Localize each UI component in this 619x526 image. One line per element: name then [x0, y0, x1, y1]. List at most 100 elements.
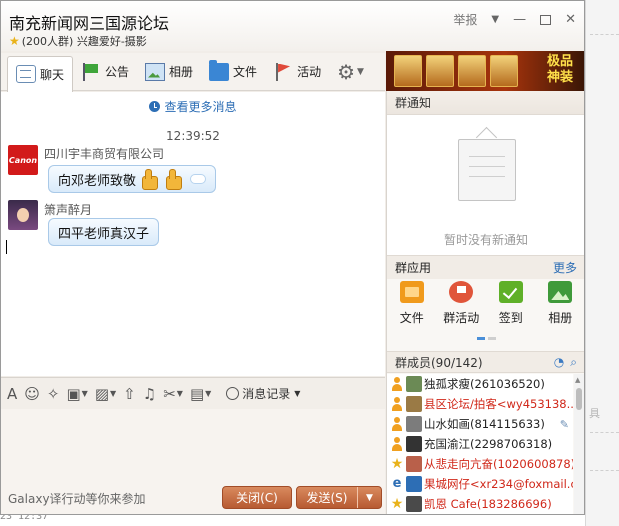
star-icon: ★ [390, 456, 404, 472]
font-icon[interactable]: A [7, 385, 17, 403]
app-group-activity[interactable]: 群活动 [439, 281, 484, 333]
list-item[interactable]: ★ 从悲走向亢奋(1020600878) [387, 454, 573, 474]
member-name: 县区论坛/拍客<wy453138... [424, 397, 573, 411]
screenshot-icon[interactable]: ▣ ▼ [66, 385, 87, 403]
send-button-label: 发送(S) [306, 491, 348, 505]
list-item[interactable]: 山水如画(814115633) ✎ [387, 414, 573, 434]
avatar [406, 396, 422, 412]
notice-empty-text: 暂时没有新通知 [443, 233, 528, 247]
image-icon[interactable]: ▨ ▼ [95, 385, 116, 403]
settings-dropdown-icon[interactable]: ▼ [357, 67, 364, 77]
app-label: 群活动 [443, 311, 480, 325]
tab-activity[interactable]: 活动 [265, 56, 329, 88]
edit-icon[interactable]: ✎ [560, 418, 569, 431]
apps-more-link[interactable]: 更多 [553, 259, 577, 276]
history-dropdown-icon[interactable]: ▼ [294, 389, 300, 398]
tab-files[interactable]: 文件 [201, 56, 265, 88]
chat-icon [16, 65, 36, 83]
scroll-up-icon[interactable]: ▲ [575, 376, 580, 384]
gear-icon[interactable]: ⚙ [337, 60, 355, 84]
more-tools-icon[interactable]: ▤ ▼ [190, 385, 211, 403]
banner-item-image [490, 55, 518, 87]
file-icon [399, 281, 424, 303]
search-icon[interactable]: ⌕ [570, 355, 577, 370]
chat-message-area[interactable]: 查看更多消息 12:39:52 Canon 四川宇丰商贸有限公司 向邓老师致敬 … [1, 92, 385, 376]
avatar [406, 456, 422, 472]
list-item[interactable]: e 果城网仔<xr234@foxmail.c... [387, 474, 573, 494]
message-sender[interactable]: 四川宇丰商贸有限公司 [44, 145, 164, 162]
member-name: 凯恩 Cafe(183286696) [424, 497, 552, 511]
banner-item-image [458, 55, 486, 87]
tab-notice-label: 公告 [105, 65, 130, 79]
dropdown-triangle-icon[interactable]: ▼ [491, 14, 499, 25]
member-list-scrollbar[interactable]: ▲ [574, 374, 584, 514]
scissors-icon[interactable]: ✂ ▼ [163, 385, 183, 403]
avatar [406, 496, 422, 512]
group-members-title: 群成员(90/142) [395, 355, 483, 370]
right-panel: 群通知 暂时没有新通知 群应用 更多 文件 群活动 签到 相册 群成员(90/1… [386, 91, 584, 514]
message-sender[interactable]: 箫声醉月 [44, 201, 92, 218]
upload-icon[interactable]: ⇧ [123, 385, 136, 403]
ad-banner[interactable]: 极品神装 [386, 51, 584, 91]
report-button[interactable]: 举报 [453, 11, 477, 28]
send-options-dropdown-icon[interactable]: ▼ [357, 487, 381, 508]
close-button[interactable]: 关闭(C) [222, 486, 292, 509]
send-button[interactable]: 发送(S) ▼ [296, 486, 382, 509]
promo-link[interactable]: Galaxy译行动等你来参加 [8, 490, 146, 507]
group-subtitle: ★ (200人群) 兴趣爱好-摄影 [9, 33, 147, 49]
member-name: 充国渝江(2298706318) [424, 437, 553, 451]
member-role-icon [389, 416, 405, 432]
magic-wand-icon[interactable]: ✧ [47, 385, 60, 403]
group-title: 南充新闻网三国源论坛 [9, 14, 170, 33]
avatar [406, 376, 422, 392]
banner-item-image [426, 55, 454, 87]
close-icon[interactable]: ✕ [565, 13, 576, 26]
tab-chat[interactable]: 聊天 [7, 55, 74, 92]
list-item[interactable]: 县区论坛/拍客<wy453138... [387, 394, 573, 414]
avatar[interactable] [8, 200, 38, 230]
tab-album[interactable]: 相册 [137, 56, 201, 88]
flag-icon [81, 62, 101, 81]
group-notice-body: 暂时没有新通知 [387, 115, 584, 255]
members-chat-icon[interactable]: ◔ [554, 355, 564, 370]
message-history-label: 消息记录 [242, 387, 291, 401]
minimize-icon[interactable]: — [513, 13, 526, 26]
app-label: 文件 [399, 311, 424, 325]
list-item[interactable]: 独孤求瘦(261036520) [387, 374, 573, 394]
emoji-icon[interactable]: ☺ [24, 385, 40, 403]
group-subtitle-text: (200人群) 兴趣爱好-摄影 [21, 35, 147, 48]
member-name: 山水如画(814115633) [424, 417, 545, 431]
title-bar: 南充新闻网三国源论坛 ★ (200人群) 兴趣爱好-摄影 举报 ▼ — ✕ [1, 1, 584, 51]
list-item[interactable]: ★ 凯恩 Cafe(183286696) [387, 494, 573, 514]
message-input[interactable]: Galaxy译行动等你来参加 关闭(C) 发送(S) ▼ [1, 409, 385, 514]
music-icon[interactable]: ♫ [143, 385, 156, 403]
banner-item-image [394, 55, 422, 87]
background-ghost-text: 具 [589, 407, 600, 420]
group-apps-title: 群应用 [395, 261, 432, 275]
app-album[interactable]: 相册 [538, 281, 583, 333]
avatar[interactable]: Canon [8, 145, 38, 175]
app-check-in[interactable]: 签到 [488, 281, 533, 333]
album-icon [548, 281, 573, 303]
tab-notice[interactable]: 公告 [73, 56, 137, 88]
red-flag-icon [273, 62, 293, 81]
check-in-icon [498, 281, 523, 303]
background-window [585, 0, 619, 526]
activity-icon [449, 281, 474, 303]
clock-icon [149, 101, 161, 112]
list-item[interactable]: 充国渝江(2298706318) [387, 434, 573, 454]
maximize-icon[interactable] [540, 14, 552, 25]
message-history-button[interactable]: 消息记录 ▼ [226, 385, 300, 402]
view-more-messages-link[interactable]: 查看更多消息 [1, 98, 385, 115]
message-bubble: 四平老师真汉子 [48, 218, 160, 246]
input-toolbar: A ☺ ✧ ▣ ▼ ▨ ▼ ⇧ ♫ ✂ ▼ ▤ ▼ 消息记录 ▼ [1, 377, 385, 409]
star-icon: ★ [9, 34, 20, 48]
text-cursor [6, 240, 7, 254]
scrollbar-thumb[interactable] [576, 388, 582, 410]
apps-pager[interactable] [477, 337, 496, 340]
thumbs-up-icon [164, 169, 184, 190]
app-files[interactable]: 文件 [389, 281, 434, 333]
group-chat-window: 南充新闻网三国源论坛 ★ (200人群) 兴趣爱好-摄影 举报 ▼ — ✕ 聊天… [0, 0, 585, 515]
app-label: 相册 [548, 311, 573, 325]
member-name: 从悲走向亢奋(1020600878) [424, 457, 573, 471]
